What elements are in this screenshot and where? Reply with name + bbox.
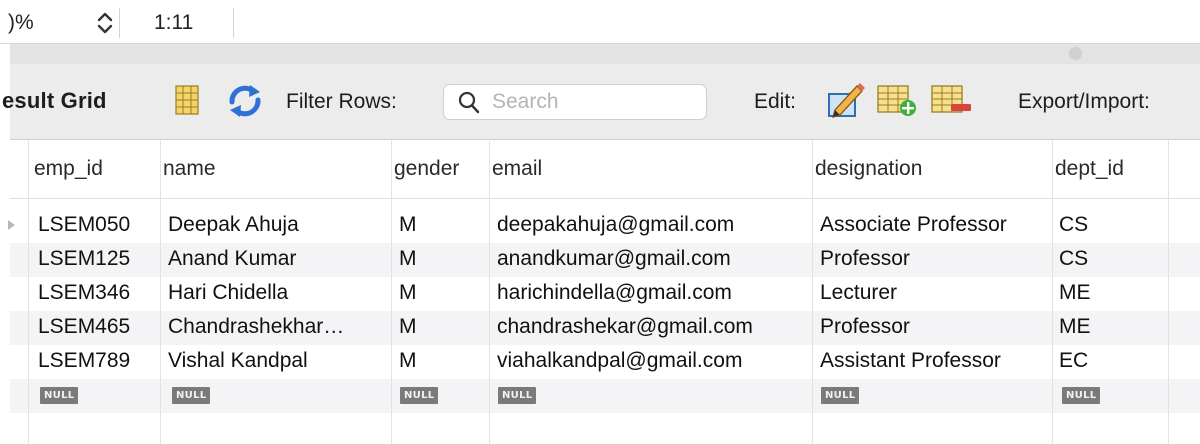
cursor-position-field: 1:11 [120, 8, 234, 38]
cell-emp-id[interactable]: LSEM789 [38, 349, 130, 373]
result-grid-title: esult Grid [2, 88, 107, 113]
column-divider [489, 141, 490, 444]
new-row-placeholder[interactable]: NULL NULL NULL NULL NULL NULL [10, 379, 1200, 413]
result-grid[interactable]: emp_id name gender email designation dep… [8, 141, 1200, 444]
column-header-gender[interactable]: gender [394, 157, 459, 181]
pencil-edit-icon[interactable] [825, 80, 865, 120]
grid-header-row: emp_id name gender email designation dep… [10, 141, 1200, 199]
column-divider [391, 141, 392, 444]
cell-dept-id[interactable]: CS [1059, 213, 1088, 237]
filter-rows-label: Filter Rows: [286, 90, 397, 113]
cell-email[interactable]: harichindella@gmail.com [497, 281, 732, 305]
result-grid-toolbar: esult Grid Filter Rows: Edit: [2, 64, 1200, 140]
cell-email[interactable]: viahalkandpal@gmail.com [497, 349, 742, 373]
cell-designation[interactable]: Professor [820, 315, 910, 339]
cell-name[interactable]: Chandrashekhar… [168, 315, 344, 339]
cursor-position: 1:11 [154, 11, 194, 34]
cell-gender[interactable]: M [399, 213, 417, 237]
cell-dept-id[interactable]: CS [1059, 247, 1088, 271]
cell-gender[interactable]: M [399, 281, 417, 305]
table-delete-row-icon[interactable] [931, 84, 973, 118]
up-down-chevron-icon[interactable] [94, 10, 116, 36]
cell-name[interactable]: Anand Kumar [168, 247, 296, 271]
table-row[interactable]: LSEM050 Deepak Ahuja M deepakahuja@gmail… [8, 209, 1200, 243]
zoom-field[interactable]: )% [8, 8, 120, 38]
cell-name[interactable]: Vishal Kandpal [168, 349, 308, 373]
cell-gender[interactable]: M [399, 315, 417, 339]
cell-email[interactable]: anandkumar@gmail.com [497, 247, 731, 271]
column-divider [812, 141, 813, 444]
zoom-value: )% [8, 11, 34, 34]
cell-designation[interactable]: Professor [820, 247, 910, 271]
panel-splitter[interactable] [0, 44, 1200, 64]
column-header-dept-id[interactable]: dept_id [1055, 157, 1124, 181]
search-input[interactable] [492, 88, 692, 116]
null-badge[interactable]: NULL [40, 387, 79, 404]
cell-email[interactable]: deepakahuja@gmail.com [497, 213, 734, 237]
cell-gender[interactable]: M [399, 247, 417, 271]
cell-dept-id[interactable]: EC [1059, 349, 1088, 373]
column-header-name[interactable]: name [163, 157, 216, 181]
cell-designation[interactable]: Lecturer [820, 281, 897, 305]
null-badge[interactable]: NULL [498, 387, 537, 404]
cell-emp-id[interactable]: LSEM346 [38, 281, 130, 305]
table-row[interactable]: LSEM789 Vishal Kandpal M viahalkandpal@g… [10, 345, 1200, 379]
table-row[interactable]: LSEM125 Anand Kumar M anandkumar@gmail.c… [10, 243, 1200, 277]
null-badge[interactable]: NULL [821, 387, 860, 404]
cell-dept-id[interactable]: ME [1059, 315, 1091, 339]
column-divider [28, 141, 29, 444]
column-panel-icon[interactable] [175, 85, 199, 115]
cell-gender[interactable]: M [399, 349, 417, 373]
table-row[interactable]: LSEM346 Hari Chidella M harichindella@gm… [10, 277, 1200, 311]
cell-name[interactable]: Deepak Ahuja [168, 213, 299, 237]
edit-label: Edit: [754, 90, 797, 113]
column-header-email[interactable]: email [492, 157, 542, 181]
cell-dept-id[interactable]: ME [1059, 281, 1091, 305]
cell-email[interactable]: chandrashekar@gmail.com [497, 315, 753, 339]
null-badge[interactable]: NULL [1062, 387, 1101, 404]
splitter-handle[interactable] [1069, 47, 1082, 60]
filter-search-box[interactable] [443, 84, 707, 120]
refresh-arrows-icon[interactable] [226, 84, 264, 118]
null-badge[interactable]: NULL [400, 387, 439, 404]
table-row[interactable]: LSEM465 Chandrashekhar… M chandrashekar@… [10, 311, 1200, 345]
current-row-marker-icon [8, 220, 15, 230]
table-add-row-icon[interactable] [877, 84, 917, 118]
status-strip: )% 1:11 [0, 0, 1200, 44]
cell-name[interactable]: Hari Chidella [168, 281, 288, 305]
null-badge[interactable]: NULL [172, 387, 211, 404]
column-divider [160, 141, 161, 444]
column-header-designation[interactable]: designation [815, 157, 922, 181]
export-import-label: Export/Import: [1018, 90, 1150, 113]
cell-emp-id[interactable]: LSEM125 [38, 247, 130, 271]
magnifier-icon [458, 91, 480, 114]
cell-emp-id[interactable]: LSEM050 [38, 213, 130, 237]
column-divider [1168, 141, 1169, 444]
cell-designation[interactable]: Assistant Professor [820, 349, 1001, 373]
cell-designation[interactable]: Associate Professor [820, 213, 1007, 237]
column-divider [1052, 141, 1053, 444]
cell-emp-id[interactable]: LSEM465 [38, 315, 130, 339]
column-header-emp-id[interactable]: emp_id [34, 157, 103, 181]
